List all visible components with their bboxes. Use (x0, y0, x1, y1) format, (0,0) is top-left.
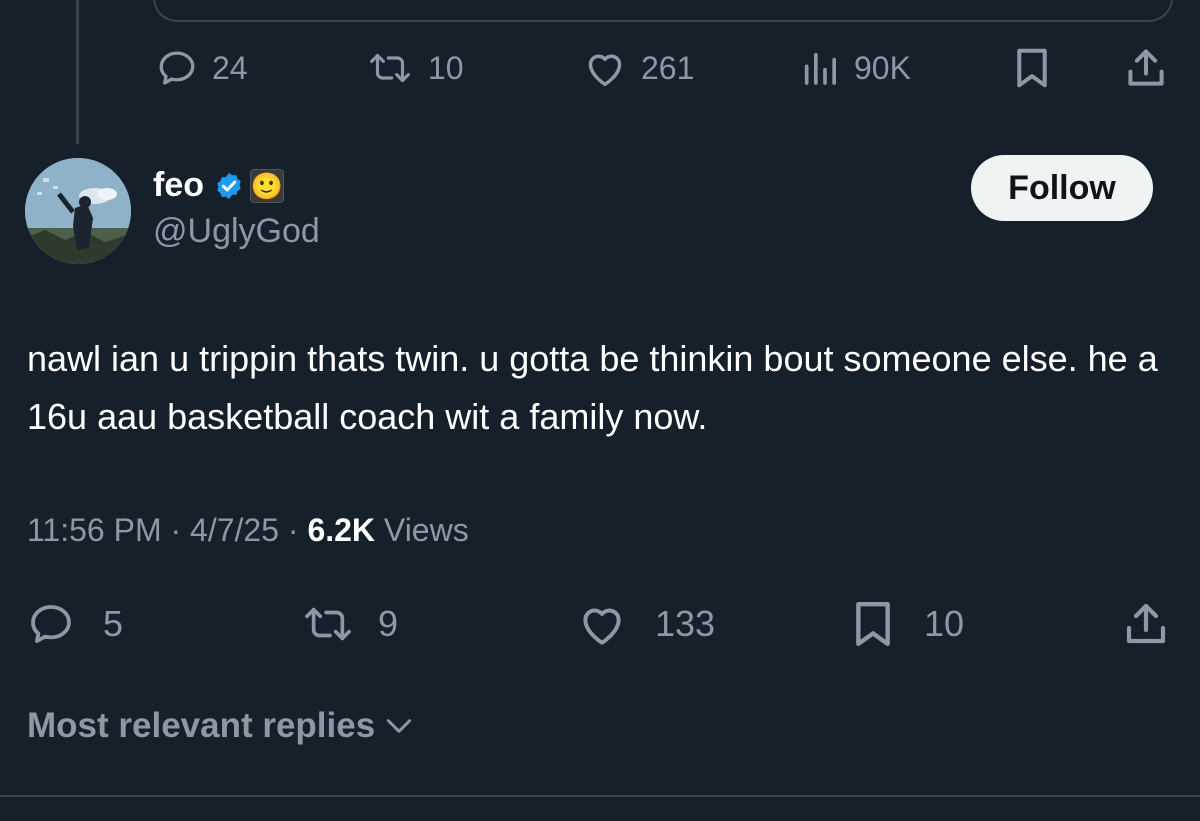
avatar-image (25, 158, 131, 264)
tweet-text: nawl ian u trippin thats twin. u gotta b… (27, 338, 1158, 437)
retweet-icon (370, 53, 410, 83)
parent-tweet-actions: 24 10 261 90K (0, 40, 1200, 96)
tweet-time[interactable]: 11:56 PM (27, 512, 162, 549)
bookmark-icon (856, 601, 890, 647)
analytics-icon (804, 52, 836, 85)
retweet-action[interactable]: 9 (300, 594, 398, 654)
reply-icon (159, 51, 195, 85)
reply-action[interactable]: 24 (156, 40, 248, 96)
replies-sort-label: Most relevant replies (27, 706, 376, 745)
author-name-row[interactable]: feo 🙂 (153, 166, 284, 205)
heart-icon (588, 54, 622, 87)
reply-count: 24 (212, 49, 248, 86)
like-count: 261 (641, 49, 695, 86)
like-action[interactable]: 261 (583, 40, 694, 96)
author-name: feo (153, 166, 204, 204)
quoted-card-edge[interactable] (153, 0, 1173, 22)
like-action[interactable]: 133 (577, 594, 715, 654)
views-label-spacer (375, 512, 384, 549)
heart-icon (583, 608, 621, 645)
views-action[interactable]: 90K (800, 40, 911, 96)
affiliate-emoji-badge: 🙂 (250, 168, 284, 203)
share-icon (1128, 49, 1164, 86)
meta-separator: · (279, 512, 308, 548)
verified-badge-icon (217, 172, 241, 199)
tweet-views-label: Views (383, 512, 469, 548)
retweet-action[interactable]: 10 (366, 40, 464, 96)
retweet-count: 10 (428, 49, 464, 86)
reply-count: 5 (103, 603, 124, 644)
meta-separator: · (161, 512, 191, 548)
follow-button[interactable]: Follow (971, 155, 1153, 221)
tweet-actions: 5 9 133 10 (0, 594, 1200, 654)
bookmark-action[interactable] (1012, 40, 1052, 96)
tweet-date[interactable]: 4/7/25 (190, 512, 279, 549)
author-avatar[interactable] (25, 158, 131, 264)
tweet-meta: 11:56 PM · 4/7/25 · 6.2K Views (27, 512, 469, 549)
author-handle[interactable]: @UglyGod (153, 212, 320, 251)
retweet-count: 9 (378, 603, 399, 644)
share-icon (1126, 603, 1166, 644)
views-count: 90K (854, 49, 911, 86)
bookmark-action[interactable]: 10 (850, 594, 964, 654)
bookmark-icon (1017, 48, 1047, 88)
replies-sort-dropdown[interactable]: Most relevant replies (27, 706, 415, 746)
bookmark-count: 10 (924, 603, 965, 644)
retweet-icon (305, 607, 351, 641)
tweet-detail-page: 24 10 261 90K feo 🙂 @UglyGod Follow nawl… (0, 0, 1200, 821)
tweet-views-count[interactable]: 6.2K (307, 512, 375, 549)
like-count: 133 (655, 603, 716, 644)
share-action[interactable] (1122, 594, 1170, 654)
reply-icon (31, 605, 71, 643)
reply-action[interactable]: 5 (27, 594, 123, 654)
section-divider (0, 795, 1200, 797)
share-action[interactable] (1124, 40, 1168, 96)
chevron-down-icon (387, 719, 412, 733)
